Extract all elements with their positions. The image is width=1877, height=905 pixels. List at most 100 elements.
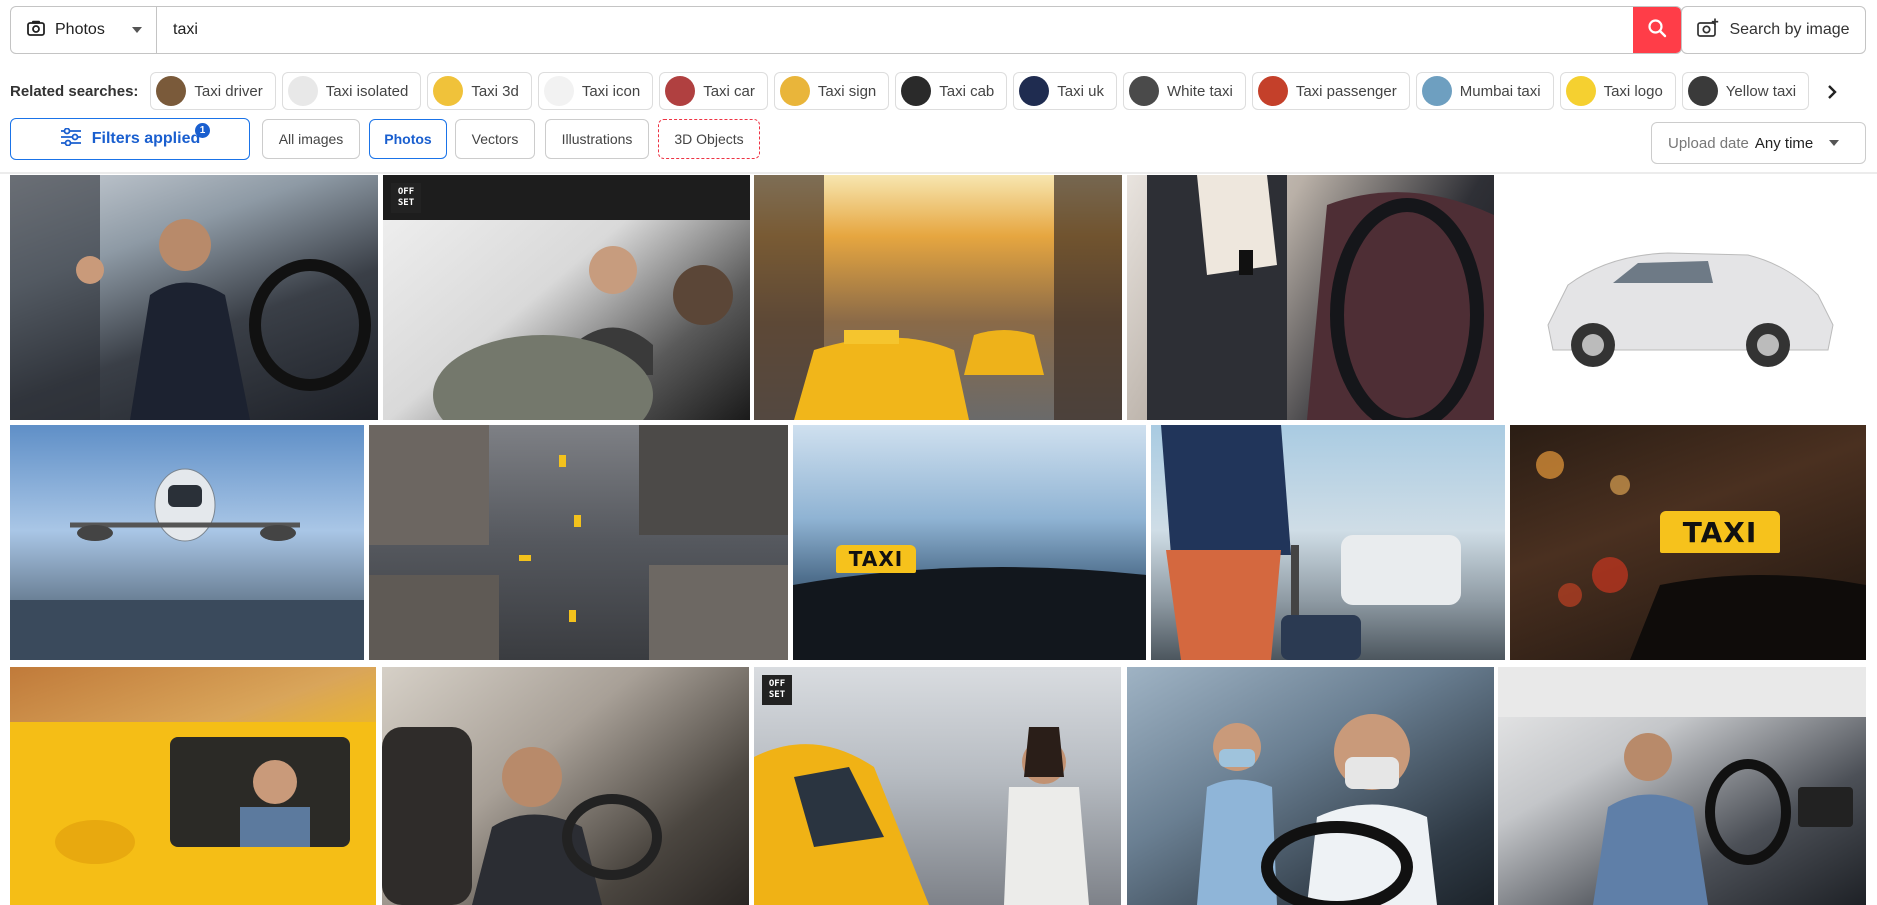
related-chip-label: Taxi icon (581, 82, 641, 100)
chip-thumbnail (1565, 76, 1596, 106)
sliders-icon (60, 127, 82, 151)
image-tile[interactable]: OFF SET (754, 667, 1121, 905)
related-chip[interactable]: Taxi passenger (1251, 72, 1410, 110)
photo-woman-hailing-cab (754, 727, 1089, 905)
chip-thumbnail (901, 76, 932, 106)
image-tile[interactable]: TAXI (1510, 425, 1866, 660)
related-chip-label: Taxi cab (939, 82, 995, 100)
image-tile[interactable]: OFF SET (383, 175, 750, 420)
related-chip-label: Taxi isolated (325, 82, 409, 100)
photo-masked-driver-passenger (1197, 714, 1437, 905)
related-chip[interactable]: Taxi isolated (281, 72, 422, 110)
image-tile[interactable] (10, 425, 364, 660)
content-type-dropdown[interactable]: Photos (11, 7, 157, 53)
chip-thumbnail (433, 76, 464, 106)
taxi-roof-sign: TAXI (1660, 511, 1780, 553)
related-chip[interactable]: Taxi logo (1559, 72, 1676, 110)
tab-all-images[interactable]: All images (262, 119, 360, 159)
search-bar: Photos (10, 6, 1682, 54)
tab-illustrations[interactable]: Illustrations (545, 119, 649, 159)
chip-thumbnail (1128, 76, 1159, 106)
search-icon (1647, 18, 1667, 43)
related-chip-label: Yellow taxi (1725, 82, 1797, 100)
image-tile[interactable] (754, 175, 1122, 420)
tab-3d-objects[interactable]: 3D Objects (658, 119, 760, 159)
photo-yellow-cabs-street (754, 175, 1122, 420)
divider (0, 172, 1877, 174)
photo-driver-turning-back (382, 727, 662, 905)
chevron-down-icon (1829, 140, 1840, 146)
chevron-down-icon (132, 27, 142, 33)
photo-taxi-roof-sign (793, 567, 1146, 660)
image-tile[interactable] (10, 175, 378, 420)
search-input[interactable] (157, 7, 1633, 53)
related-searches: Related searches: Taxi driver Taxi isolat… (10, 72, 1866, 110)
image-tile[interactable]: TAXI (793, 425, 1146, 660)
upload-date-dropdown[interactable]: Upload date Any time (1651, 122, 1866, 164)
image-tile[interactable] (1127, 667, 1494, 905)
photo-aerial-intersection (369, 425, 788, 660)
photo-passenger-phone (1147, 175, 1494, 420)
filters-button[interactable]: Filters applied 1 (10, 118, 250, 160)
tab-vectors[interactable]: Vectors (455, 119, 535, 159)
related-chip-label: Mumbai taxi (1459, 82, 1541, 100)
related-chip[interactable]: Taxi car (659, 72, 768, 110)
image-tile[interactable] (1498, 175, 1866, 420)
tab-photos[interactable]: Photos (369, 119, 447, 159)
related-chip-label: Taxi passenger (1295, 82, 1397, 100)
chip-thumbnail (779, 76, 810, 106)
filters-label: Filters applied (91, 130, 201, 147)
upload-date-value: Any time (1754, 134, 1814, 152)
related-chip-label: Taxi uk (1057, 82, 1104, 100)
related-chips: Taxi driver Taxi isolated Taxi 3d Taxi icon… (150, 72, 1840, 110)
related-chip-label: Taxi 3d (471, 82, 519, 100)
chip-thumbnail (287, 76, 318, 106)
chip-thumbnail (665, 76, 696, 106)
photo-driver-touchscreen (1498, 667, 1866, 905)
related-chip[interactable]: Mumbai taxi (1415, 72, 1554, 110)
related-chip-label: Taxi sign (817, 82, 877, 100)
image-tile[interactable] (369, 425, 788, 660)
chevron-right-icon[interactable] (1822, 82, 1842, 102)
related-chip[interactable]: Taxi driver (150, 72, 276, 110)
related-chip-label: Taxi car (703, 82, 755, 100)
chip-thumbnail (1421, 76, 1452, 106)
photo-traveler-luggage (1161, 425, 1461, 660)
related-chip[interactable]: Taxi cab (895, 72, 1008, 110)
filters-count-badge: 1 (195, 123, 210, 138)
related-chip[interactable]: White taxi (1122, 72, 1246, 110)
chip-thumbnail (543, 76, 574, 106)
related-chip[interactable]: Taxi 3d (427, 72, 532, 110)
camera-plus-icon (1697, 18, 1719, 43)
search-by-image-button[interactable]: Search by image (1681, 6, 1866, 54)
content-type-label: Photos (55, 21, 105, 38)
related-chip-label: Taxi driver (194, 82, 263, 100)
image-tile[interactable] (1127, 175, 1494, 420)
camera-icon (27, 20, 45, 41)
related-chip[interactable]: Taxi uk (1013, 72, 1117, 110)
offset-badge: OFF SET (391, 183, 421, 213)
image-tile[interactable] (1151, 425, 1505, 660)
photo-man-driving (10, 175, 371, 420)
search-by-image-label: Search by image (1729, 21, 1850, 38)
related-searches-label: Related searches: (10, 82, 139, 100)
image-tile[interactable] (10, 667, 376, 905)
image-tile[interactable] (1498, 667, 1866, 905)
photo-smiling-driver-yellow-cab (10, 722, 376, 905)
chip-thumbnail (1257, 76, 1288, 106)
chip-thumbnail (156, 76, 187, 106)
photo-air-taxi-drone (10, 468, 364, 660)
photo-white-suv (1547, 252, 1834, 367)
related-chip-label: White taxi (1166, 82, 1233, 100)
offset-badge: OFF SET (762, 675, 792, 705)
related-chip[interactable]: Taxi icon (537, 72, 654, 110)
related-chip[interactable]: Yellow taxi (1681, 72, 1810, 110)
taxi-roof-sign: TAXI (836, 545, 916, 573)
chip-thumbnail (1019, 76, 1050, 106)
photo-passenger-window (383, 175, 750, 420)
related-chip[interactable]: Taxi sign (773, 72, 890, 110)
upload-date-label: Upload date (1668, 134, 1749, 152)
related-chip-label: Taxi logo (1603, 82, 1663, 100)
search-button[interactable] (1633, 7, 1681, 53)
image-tile[interactable] (382, 667, 749, 905)
